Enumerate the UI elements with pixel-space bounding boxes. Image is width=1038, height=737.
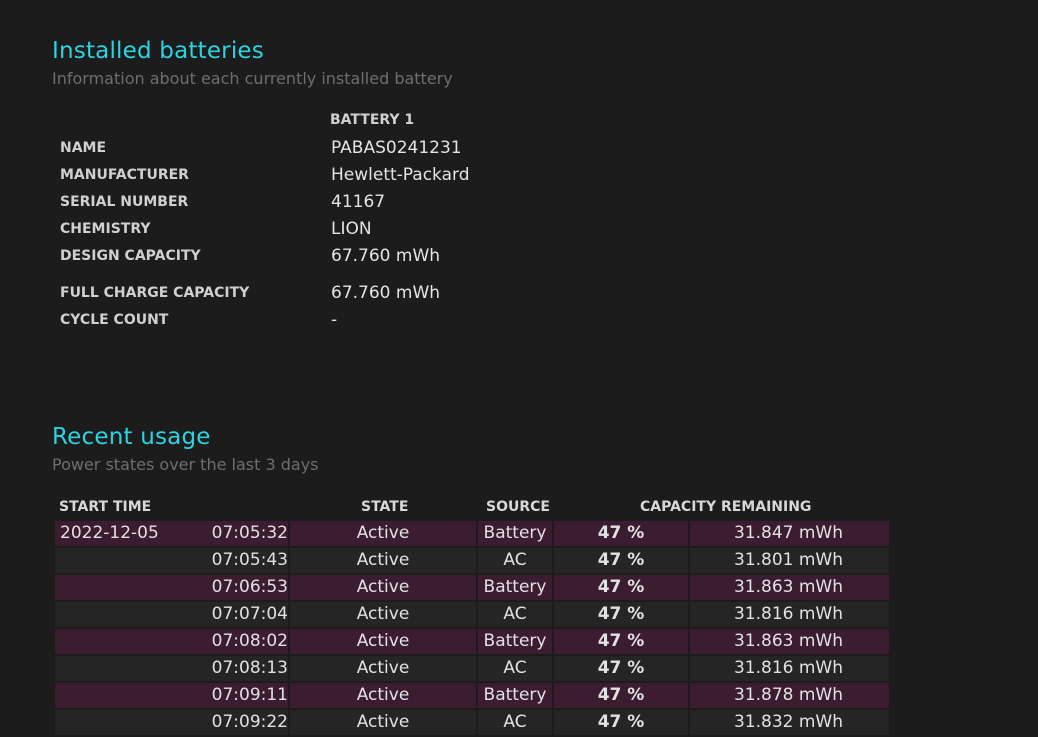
start-time: 07:07:04 (211, 604, 288, 624)
capacity-percent-cell: 47 % (554, 548, 688, 573)
property-label: CHEMISTRY (60, 221, 151, 237)
capacity-mwh-cell: 31.863 mWh (690, 575, 889, 600)
source-cell: Battery (478, 629, 552, 654)
start-time-cell: 07:09:22 (55, 710, 288, 735)
source-cell: Battery (478, 575, 552, 600)
property-value: LION (331, 219, 372, 239)
usage-row: 07:08:02 Active Battery 47 % 31.863 mWh (55, 629, 889, 654)
source-cell: Battery (478, 521, 552, 546)
source-cell: AC (478, 548, 552, 573)
property-row-manufacturer: MANUFACTURER Hewlett-Packard (60, 165, 660, 189)
property-value: 41167 (331, 192, 386, 212)
source-cell: AC (478, 710, 552, 735)
property-label: CYCLE COUNT (60, 312, 169, 328)
property-label: NAME (60, 140, 107, 156)
usage-row: 07:08:13 Active AC 47 % 31.816 mWh (55, 656, 889, 681)
property-value: Hewlett-Packard (331, 165, 470, 185)
state-cell: Active (290, 683, 476, 708)
start-time: 07:05:43 (211, 550, 288, 570)
property-row-cycle-count: CYCLE COUNT - (60, 310, 660, 334)
usage-row: 07:05:43 Active AC 47 % 31.801 mWh (55, 548, 889, 573)
capacity-percent-cell: 47 % (554, 521, 688, 546)
property-label: MANUFACTURER (60, 167, 189, 183)
capacity-percent-cell: 47 % (554, 575, 688, 600)
start-time-cell: 07:07:04 (55, 602, 288, 627)
state-cell: Active (290, 710, 476, 735)
capacity-mwh-cell: 31.878 mWh (690, 683, 889, 708)
usage-row: 2022-12-05 07:05:32 Active Battery 47 % … (55, 521, 889, 546)
installed-batteries-title: Installed batteries (52, 38, 264, 64)
source-cell: AC (478, 656, 552, 681)
property-row-name: NAME PABAS0241231 (60, 138, 660, 162)
column-header-start-time: START TIME (59, 499, 152, 515)
state-cell: Active (290, 656, 476, 681)
column-header-source: SOURCE (486, 499, 550, 515)
start-time-cell: 2022-12-05 07:05:32 (55, 521, 288, 546)
column-header-state: STATE (361, 499, 409, 515)
start-time-cell: 07:06:53 (55, 575, 288, 600)
property-row-chemistry: CHEMISTRY LION (60, 219, 660, 243)
usage-row: 07:06:53 Active Battery 47 % 31.863 mWh (55, 575, 889, 600)
capacity-mwh-cell: 31.801 mWh (690, 548, 889, 573)
property-row-full-charge-capacity: FULL CHARGE CAPACITY 67.760 mWh (60, 283, 660, 307)
capacity-mwh-cell: 31.847 mWh (690, 521, 889, 546)
start-time: 07:09:22 (211, 712, 288, 732)
capacity-percent-cell: 47 % (554, 710, 688, 735)
capacity-percent-cell: 47 % (554, 602, 688, 627)
property-label: FULL CHARGE CAPACITY (60, 285, 250, 301)
start-time-cell: 07:05:43 (55, 548, 288, 573)
source-cell: AC (478, 602, 552, 627)
battery-1-header: BATTERY 1 (330, 112, 415, 128)
capacity-percent-cell: 47 % (554, 629, 688, 654)
capacity-mwh-cell: 31.863 mWh (690, 629, 889, 654)
property-value: 67.760 mWh (331, 246, 441, 266)
property-label: SERIAL NUMBER (60, 194, 189, 210)
start-time: 07:09:11 (211, 685, 288, 705)
start-time: 07:08:02 (211, 631, 288, 651)
capacity-mwh-cell: 31.832 mWh (690, 710, 889, 735)
state-cell: Active (290, 629, 476, 654)
usage-row: 07:07:04 Active AC 47 % 31.816 mWh (55, 602, 889, 627)
start-date: 2022-12-05 (60, 523, 159, 543)
property-row-serial-number: SERIAL NUMBER 41167 (60, 192, 660, 216)
state-cell: Active (290, 575, 476, 600)
start-time: 07:08:13 (211, 658, 288, 678)
usage-row: 07:09:11 Active Battery 47 % 31.878 mWh (55, 683, 889, 708)
capacity-mwh-cell: 31.816 mWh (690, 602, 889, 627)
installed-batteries-subtitle: Information about each currently install… (52, 69, 453, 88)
usage-row: 07:09:22 Active AC 47 % 31.832 mWh (55, 710, 889, 735)
property-value: 67.760 mWh (331, 283, 441, 303)
recent-usage-title: Recent usage (52, 424, 211, 450)
property-value: - (331, 310, 338, 330)
source-cell: Battery (478, 683, 552, 708)
capacity-percent-cell: 47 % (554, 683, 688, 708)
start-time-cell: 07:08:13 (55, 656, 288, 681)
state-cell: Active (290, 548, 476, 573)
start-time-cell: 07:09:11 (55, 683, 288, 708)
start-time-cell: 07:08:02 (55, 629, 288, 654)
recent-usage-subtitle: Power states over the last 3 days (52, 455, 319, 474)
property-label: DESIGN CAPACITY (60, 248, 201, 264)
property-row-design-capacity: DESIGN CAPACITY 67.760 mWh (60, 246, 660, 270)
start-time: 07:05:32 (211, 523, 288, 543)
column-header-capacity-remaining: CAPACITY REMAINING (640, 499, 812, 515)
capacity-mwh-cell: 31.816 mWh (690, 656, 889, 681)
state-cell: Active (290, 521, 476, 546)
start-time: 07:06:53 (211, 577, 288, 597)
capacity-percent-cell: 47 % (554, 656, 688, 681)
property-value: PABAS0241231 (331, 138, 462, 158)
state-cell: Active (290, 602, 476, 627)
